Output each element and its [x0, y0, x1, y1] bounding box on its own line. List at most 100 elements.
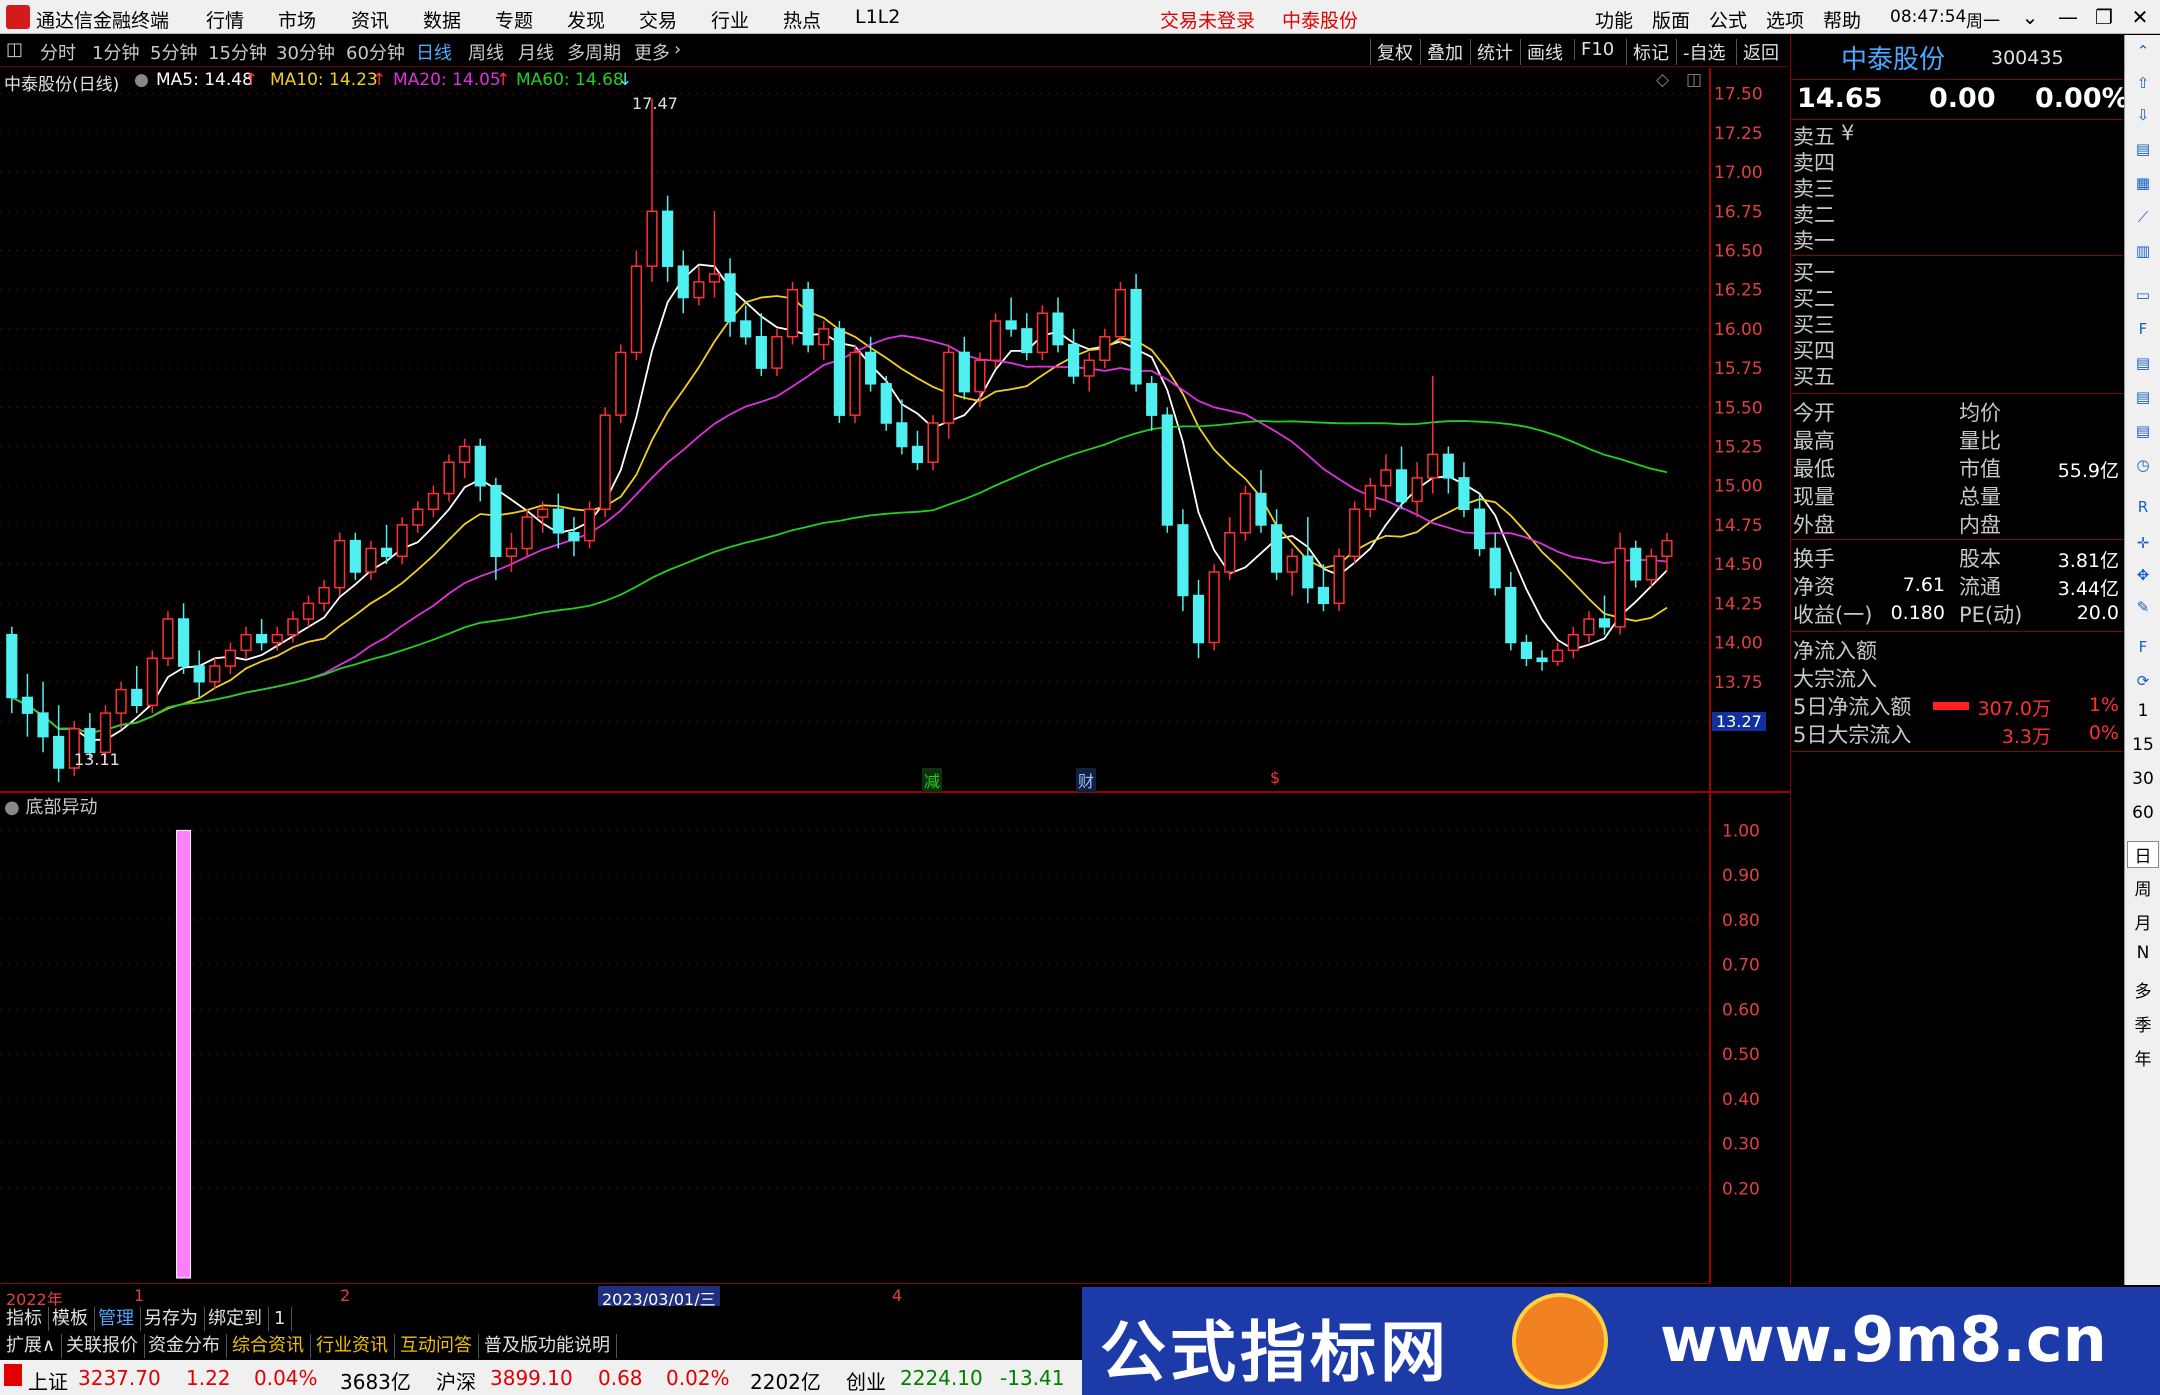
- side-period-n[interactable]: N: [2127, 943, 2159, 963]
- kline-icon[interactable]: ▥: [2131, 239, 2155, 263]
- table-icon[interactable]: ▦: [2131, 171, 2155, 195]
- toolbar-remove-watchlist-button[interactable]: -自选: [1676, 39, 1726, 65]
- f10-icon[interactable]: F: [2131, 317, 2155, 341]
- period-tab-5min[interactable]: 5分钟: [150, 39, 197, 65]
- tab-save-as[interactable]: 另存为: [138, 1307, 205, 1331]
- side-period-day[interactable]: 日: [2127, 841, 2159, 868]
- refresh-icon[interactable]: ⟳: [2131, 669, 2155, 693]
- tab-industry-news[interactable]: 行业资讯: [310, 1334, 395, 1358]
- tab-template[interactable]: 模板: [46, 1307, 95, 1331]
- period-tab-60min[interactable]: 60分钟: [346, 39, 405, 65]
- period-tab-monthly[interactable]: 月线: [518, 39, 554, 65]
- period-tab-intraday[interactable]: 分时: [40, 39, 76, 65]
- restore-icon[interactable]: ❐: [2084, 2, 2124, 32]
- toolbar-stats-button[interactable]: 统计: [1470, 39, 1513, 65]
- period-tab-more[interactable]: 更多: [634, 39, 670, 65]
- clock-icon[interactable]: ◷: [2131, 453, 2155, 477]
- order-book-sell1[interactable]: 卖一: [1793, 225, 1835, 255]
- period-tab-weekly[interactable]: 周线: [468, 39, 504, 65]
- tab-general-news[interactable]: 综合资讯: [226, 1334, 311, 1358]
- menu-item-quotes[interactable]: 行情: [206, 6, 244, 33]
- arrow-up-icon[interactable]: ⇧: [2131, 71, 2155, 95]
- tab-edition-notes[interactable]: 普及版功能说明: [478, 1334, 617, 1358]
- collapse-icon[interactable]: ⌃: [2131, 39, 2155, 63]
- f5-icon[interactable]: F: [2131, 635, 2155, 659]
- menu-item-data[interactable]: 数据: [423, 6, 461, 33]
- side-period-15min[interactable]: 15: [2127, 735, 2159, 755]
- tab-bind-to[interactable]: 绑定到: [202, 1307, 269, 1331]
- f1-icon[interactable]: ▤: [2131, 385, 2155, 409]
- sz-label[interactable]: 沪深: [436, 1366, 476, 1395]
- candle-up: [1036, 312, 1048, 354]
- close-icon[interactable]: ✕: [2120, 2, 2160, 32]
- line-chart-icon[interactable]: ⟋: [2131, 205, 2155, 229]
- tab-qa[interactable]: 互动问答: [394, 1334, 479, 1358]
- event-marker-finance[interactable]: 财: [1076, 768, 1097, 792]
- tab-bind-number[interactable]: 1: [268, 1307, 293, 1331]
- pencil-icon[interactable]: ✎: [2131, 595, 2155, 619]
- toolbar-f10-button[interactable]: F10: [1574, 39, 1614, 60]
- menu-item-formula[interactable]: 公式: [1709, 6, 1747, 33]
- kline-chart[interactable]: 17.50 17.25 17.00 16.75 16.50 16.25 16.00 15.75…: [0, 68, 1790, 1283]
- side-period-year[interactable]: 年: [2127, 1045, 2159, 1070]
- tab-related-quotes[interactable]: 关联报价: [60, 1334, 145, 1358]
- panel-toggle-icon[interactable]: ◫: [1686, 70, 1702, 90]
- period-tab-1min[interactable]: 1分钟: [92, 39, 139, 65]
- tab-indicator[interactable]: 指标: [0, 1307, 49, 1331]
- f2-icon[interactable]: ▤: [2131, 419, 2155, 443]
- menu-item-layout[interactable]: 版面: [1652, 6, 1690, 33]
- period-tab-15min[interactable]: 15分钟: [208, 39, 267, 65]
- diamond-icon[interactable]: ◇: [1656, 70, 1669, 90]
- news-icon[interactable]: ▭: [2131, 283, 2155, 307]
- menu-item-options[interactable]: 选项: [1766, 6, 1804, 33]
- toolbar-draw-button[interactable]: 画线: [1520, 39, 1563, 65]
- menu-item-discover[interactable]: 发现: [567, 6, 605, 33]
- toolbar-back-button[interactable]: 返回: [1736, 39, 1779, 65]
- menu-item-function[interactable]: 功能: [1595, 6, 1633, 33]
- report-icon[interactable]: ▤: [2131, 351, 2155, 375]
- move-icon[interactable]: ✥: [2131, 563, 2155, 587]
- event-marker-dividend[interactable]: $: [1270, 768, 1280, 787]
- ma-toggle-icon[interactable]: ●: [134, 70, 149, 90]
- period-tab-multi[interactable]: 多周期: [567, 39, 621, 65]
- plus-icon[interactable]: ✛: [2131, 531, 2155, 555]
- cy-label[interactable]: 创业: [846, 1366, 886, 1395]
- tab-capital-distribution[interactable]: 资金分布: [142, 1334, 227, 1358]
- minimize-icon[interactable]: —: [2048, 2, 2088, 32]
- side-period-month[interactable]: 月: [2127, 909, 2159, 934]
- toolbar-mark-button[interactable]: 标记: [1626, 39, 1669, 65]
- candle-up: [1583, 618, 1595, 636]
- toolbar-overlay-button[interactable]: 叠加: [1420, 39, 1463, 65]
- menu-item-hot[interactable]: 热点: [783, 6, 821, 33]
- login-status[interactable]: 交易未登录: [1160, 6, 1255, 33]
- rsi-icon[interactable]: R: [2131, 495, 2155, 519]
- event-marker-reduce[interactable]: 减: [922, 768, 943, 792]
- side-period-week[interactable]: 周: [2127, 875, 2159, 900]
- side-period-quarter[interactable]: 季: [2127, 1011, 2159, 1036]
- side-period-multi[interactable]: 多: [2127, 977, 2159, 1002]
- side-period-30min[interactable]: 30: [2127, 769, 2159, 789]
- period-tab-daily[interactable]: 日线: [416, 39, 452, 65]
- menu-item-market[interactable]: 市场: [278, 6, 316, 33]
- candle-up: [396, 524, 408, 558]
- menu-item-trade[interactable]: 交易: [639, 6, 677, 33]
- order-book-buy5[interactable]: 买五: [1793, 361, 1835, 391]
- side-period-1min[interactable]: 1: [2127, 701, 2159, 721]
- indicator-toggle-icon[interactable]: ●: [4, 797, 20, 818]
- chevron-down-icon[interactable]: ⌄: [2010, 2, 2050, 32]
- menu-item-industry[interactable]: 行业: [711, 6, 749, 33]
- arrow-down-icon[interactable]: ⇩: [2131, 103, 2155, 127]
- toolbar-adjust-button[interactable]: 复权: [1370, 39, 1413, 65]
- tab-manage[interactable]: 管理: [92, 1307, 141, 1331]
- sh-label[interactable]: 上证: [28, 1366, 68, 1395]
- menu-item-news[interactable]: 资讯: [351, 6, 389, 33]
- menu-item-topics[interactable]: 专题: [495, 6, 533, 33]
- candle-up: [115, 688, 127, 714]
- side-period-60min[interactable]: 60: [2127, 803, 2159, 823]
- layout-toggle-icon[interactable]: ◫: [6, 39, 23, 60]
- period-tab-30min[interactable]: 30分钟: [276, 39, 335, 65]
- menu-item-l1l2[interactable]: L1L2: [855, 6, 900, 28]
- menu-item-help[interactable]: 帮助: [1823, 6, 1861, 33]
- tab-expand[interactable]: 扩展∧: [0, 1334, 63, 1358]
- stock-list-icon[interactable]: ▤: [2131, 137, 2155, 161]
